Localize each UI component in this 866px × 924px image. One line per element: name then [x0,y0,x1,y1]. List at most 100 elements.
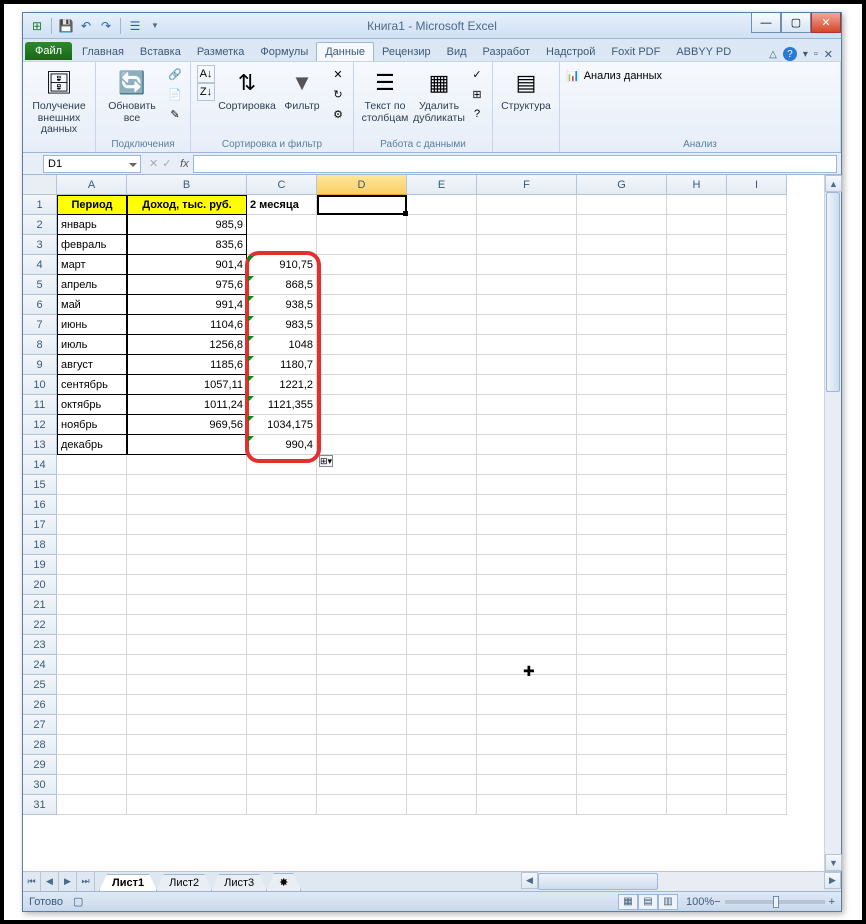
cell[interactable] [667,615,727,635]
row-header[interactable]: 7 [23,315,57,335]
cell[interactable] [57,675,127,695]
cell[interactable] [727,395,787,415]
cell[interactable] [477,615,577,635]
row-header[interactable]: 1 [23,195,57,215]
cell[interactable] [407,795,477,815]
cell[interactable] [407,435,477,455]
cell[interactable] [477,235,577,255]
column-header[interactable]: D [317,175,407,195]
row-header[interactable]: 11 [23,395,57,415]
cell[interactable]: 910,75 [247,255,317,275]
cell[interactable] [577,555,667,575]
cell[interactable] [667,415,727,435]
cell[interactable] [667,195,727,215]
cell[interactable]: декабрь [57,435,127,455]
cell[interactable]: сентябрь [57,375,127,395]
cell[interactable] [477,795,577,815]
cell[interactable] [407,395,477,415]
undo-icon[interactable]: ↶ [78,18,94,34]
whatif-icon[interactable]: ? [468,105,486,123]
cell[interactable] [477,635,577,655]
cell[interactable]: июль [57,335,127,355]
cell[interactable] [667,355,727,375]
cell[interactable] [317,615,407,635]
normal-view-button[interactable]: ▦ [618,894,638,910]
cell[interactable] [317,315,407,335]
page-layout-view-button[interactable]: ▤ [638,894,658,910]
cell[interactable] [57,715,127,735]
cell[interactable] [727,735,787,755]
cell[interactable] [247,595,317,615]
cell[interactable] [407,255,477,275]
sheet-tab[interactable]: Лист3 [211,874,267,891]
row-header[interactable]: 24 [23,655,57,675]
cell[interactable]: 1057,11 [127,375,247,395]
cell[interactable] [667,215,727,235]
cell[interactable] [477,475,577,495]
cell[interactable] [577,735,667,755]
scroll-up-icon[interactable]: ▲ [825,175,842,192]
cell[interactable] [407,655,477,675]
sheet-nav-first-icon[interactable]: ⏮ [23,872,41,891]
cell[interactable]: 835,6 [127,235,247,255]
row-header[interactable]: 29 [23,755,57,775]
cell[interactable] [247,555,317,575]
cell[interactable] [57,775,127,795]
cell[interactable]: 901,4 [127,255,247,275]
cell[interactable] [477,535,577,555]
sort-button[interactable]: ⇅ Сортировка [219,65,275,113]
cell[interactable]: 983,5 [247,315,317,335]
cell[interactable] [477,335,577,355]
cell[interactable]: февраль [57,235,127,255]
cell[interactable] [57,655,127,675]
workbook-close-icon[interactable]: ✕ [824,48,833,61]
ribbon-tab[interactable]: Разметка [189,43,253,61]
column-header[interactable]: F [477,175,577,195]
window-restore-icon[interactable]: ▫ [814,48,818,60]
cell[interactable] [667,795,727,815]
cell[interactable]: январь [57,215,127,235]
cell[interactable] [477,495,577,515]
cell[interactable] [727,555,787,575]
row-header[interactable]: 17 [23,515,57,535]
sort-desc-icon[interactable]: Z↓ [197,83,215,101]
cell[interactable] [127,655,247,675]
cell[interactable] [577,475,667,495]
cell[interactable] [577,335,667,355]
cell[interactable]: октябрь [57,395,127,415]
cell[interactable] [667,735,727,755]
cell[interactable] [727,575,787,595]
cell[interactable] [727,635,787,655]
cell[interactable] [317,355,407,375]
cell[interactable] [247,695,317,715]
row-header[interactable]: 18 [23,535,57,555]
cell[interactable] [407,475,477,495]
cell[interactable] [317,255,407,275]
cell[interactable] [247,235,317,255]
column-header[interactable]: E [407,175,477,195]
cell[interactable] [577,795,667,815]
remove-duplicates-button[interactable]: ▦ Удалить дубликаты [414,65,464,124]
cell[interactable] [247,535,317,555]
row-header[interactable]: 15 [23,475,57,495]
row-header[interactable]: 28 [23,735,57,755]
cell[interactable] [407,755,477,775]
close-button[interactable]: ✕ [811,13,841,33]
cell[interactable] [727,435,787,455]
column-header[interactable]: I [727,175,787,195]
cell[interactable] [127,615,247,635]
cell[interactable] [727,595,787,615]
row-header[interactable]: 6 [23,295,57,315]
cell[interactable] [57,475,127,495]
qat-customize-icon[interactable]: ▼ [147,18,163,34]
name-box[interactable]: D1 [43,155,141,173]
formula-input[interactable] [193,155,837,173]
cell[interactable] [577,255,667,275]
cell[interactable]: 1011,24 [127,395,247,415]
cell[interactable] [127,535,247,555]
cell[interactable] [317,735,407,755]
cell[interactable] [727,215,787,235]
cell[interactable] [477,675,577,695]
cell[interactable] [317,235,407,255]
scroll-down-icon[interactable]: ▼ [825,854,842,871]
